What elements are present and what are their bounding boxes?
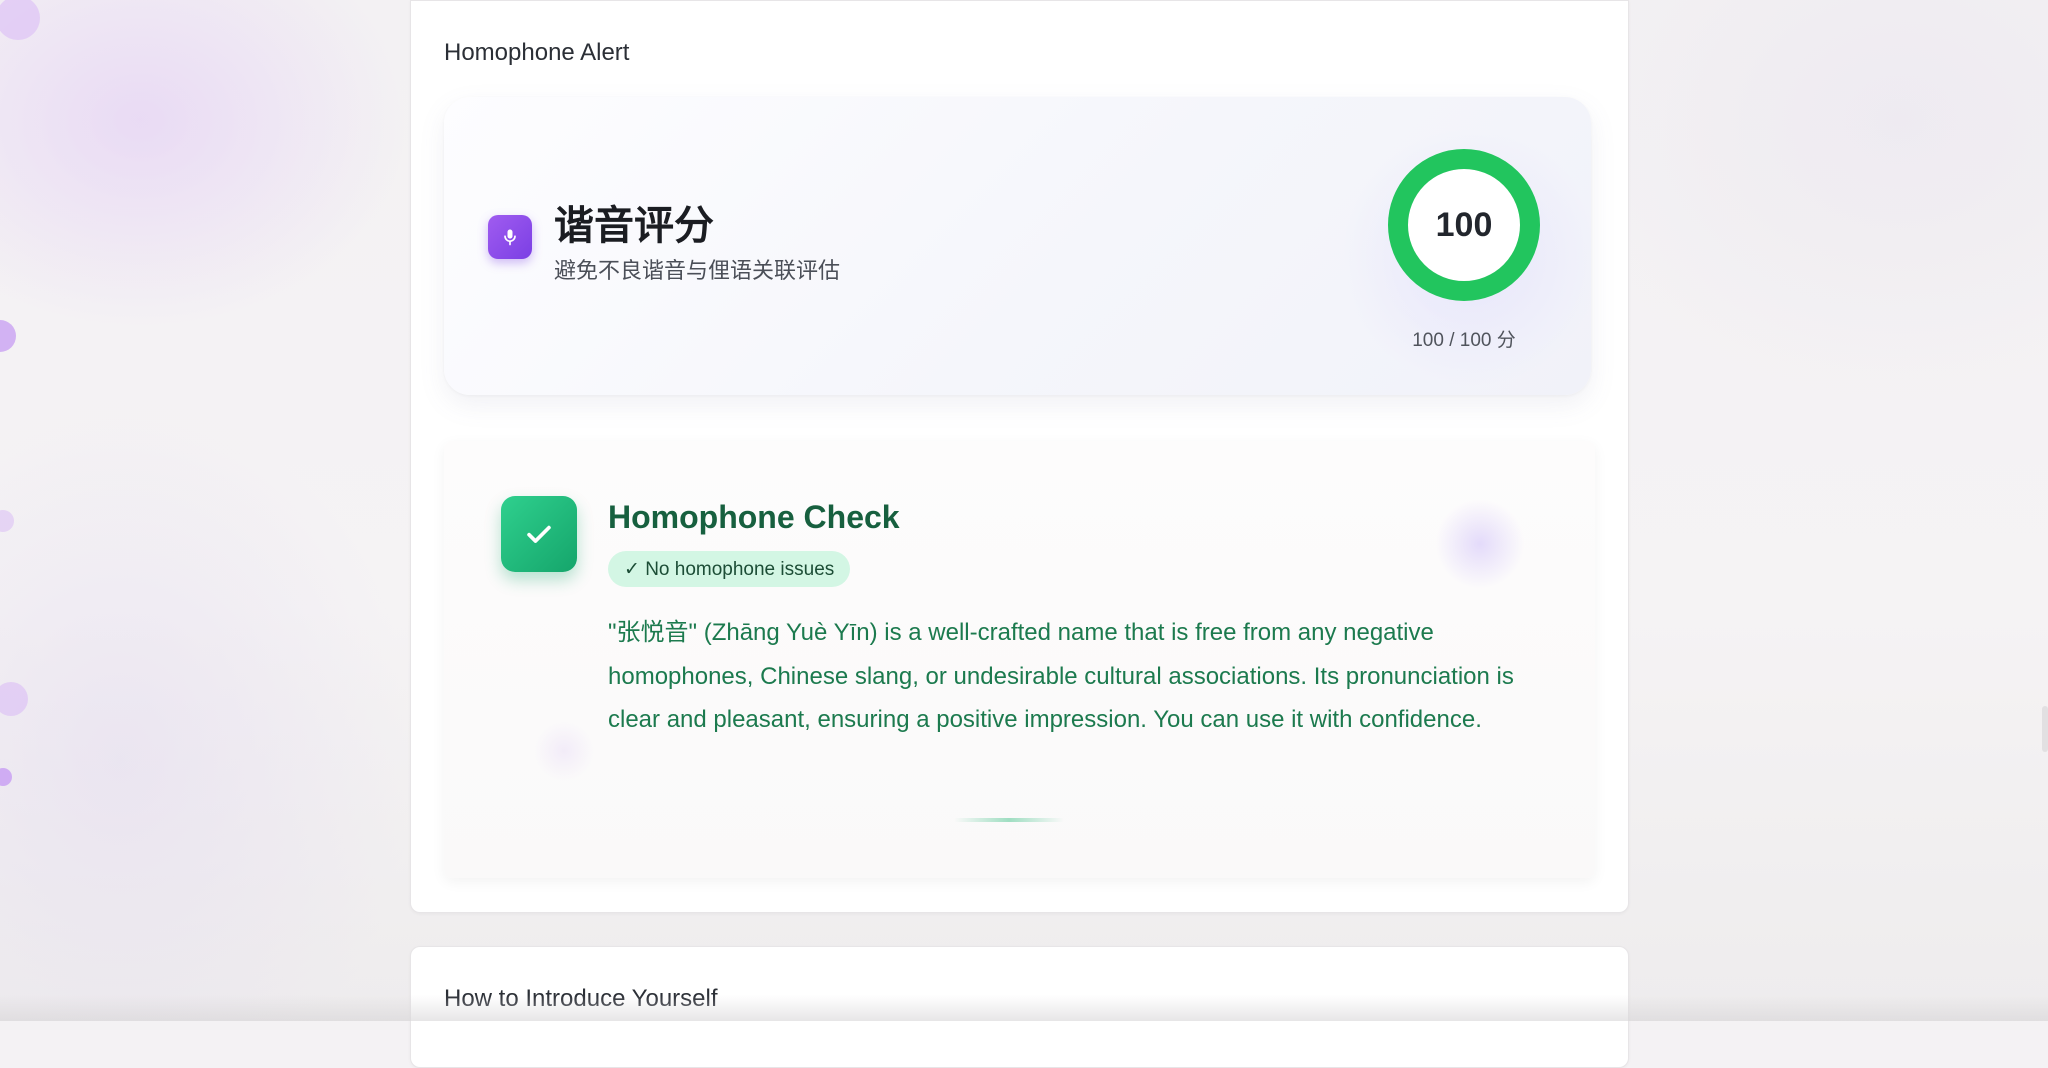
score-caption: 100 / 100 分 [1364, 325, 1564, 352]
bottom-fade [0, 995, 2048, 1021]
homophone-check-card: Homophone Check ✓ No homophone issues "张… [444, 441, 1595, 878]
status-label: ✓ No homophone issues [624, 558, 834, 581]
status-badge: ✓ No homophone issues [608, 551, 850, 587]
check-description: "张悦音" (Zhāng Yuè Yīn) is a well-crafted … [608, 611, 1538, 742]
scrollbar-thumb[interactable] [2042, 706, 2048, 752]
decorative-divider [954, 818, 1064, 822]
score-value: 100 [1388, 149, 1540, 301]
checkmark-icon [501, 496, 577, 572]
decorative-blob [1435, 499, 1525, 589]
score-subtitle: 避免不良谐音与俚语关联评估 [554, 253, 840, 285]
score-title: 谐音评分 [554, 193, 714, 251]
microphone-icon [488, 215, 532, 259]
panel-title: Homophone Alert [444, 39, 629, 67]
homophone-alert-panel: Homophone Alert 谐音评分 避免不良谐音与俚语关联评估 100 1… [410, 0, 1629, 913]
homophone-score-card: 谐音评分 避免不良谐音与俚语关联评估 100 100 / 100 分 [444, 97, 1591, 395]
check-title: Homophone Check [608, 499, 900, 536]
decorative-blob [534, 721, 594, 781]
